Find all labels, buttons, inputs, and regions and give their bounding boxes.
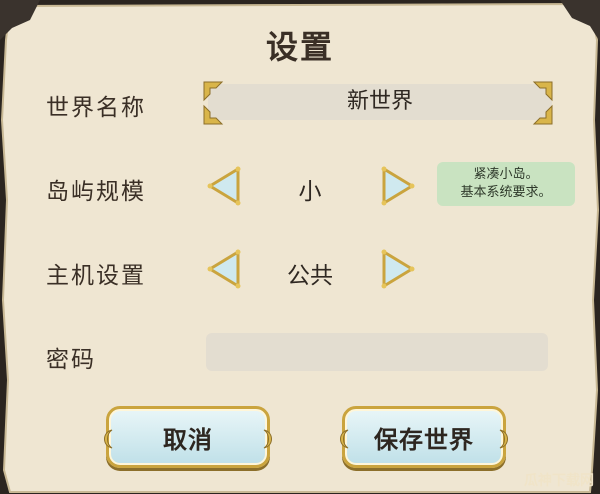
world-name-label: 世界名称	[46, 95, 146, 121]
parchment-panel	[0, 0, 600, 493]
host-settings-prev-arrow-icon[interactable]	[206, 249, 242, 289]
save-world-button[interactable]: 保存世界	[340, 406, 508, 468]
password-input[interactable]	[206, 333, 548, 371]
island-size-label: 岛屿规模	[46, 179, 146, 205]
cancel-button[interactable]: 取消	[104, 406, 272, 468]
corner-ornament-icon	[203, 81, 224, 102]
password-label: 密码	[46, 347, 96, 373]
island-size-tooltip: 紧凑小岛。 基本系统要求。	[437, 162, 575, 206]
island-size-prev-arrow-icon[interactable]	[206, 166, 242, 206]
dialog-title: 设置	[265, 28, 334, 66]
tooltip-line: 紧凑小岛。	[473, 167, 539, 182]
host-settings-value: 公共	[287, 263, 333, 289]
watermark: 瓜神下载网	[524, 473, 594, 489]
button-ornament-icon	[104, 429, 113, 449]
button-ornament-icon	[499, 429, 508, 449]
button-ornament-icon	[263, 429, 272, 449]
settings-screen: 设置 世界名称 新世界 岛屿规模 小 紧凑小岛。 基本系统要求。 主机设置 公共	[0, 0, 600, 494]
island-size-value: 小	[298, 179, 322, 205]
button-ornament-icon	[340, 429, 349, 449]
world-name-input[interactable]: 新世界	[208, 84, 552, 120]
world-name-value: 新世界	[346, 89, 413, 114]
corner-ornament-icon	[203, 104, 224, 125]
cancel-button-label: 取消	[163, 426, 213, 454]
host-settings-next-arrow-icon[interactable]	[380, 249, 416, 289]
corner-ornament-icon	[532, 81, 553, 102]
save-world-button-label: 保存世界	[374, 426, 474, 454]
corner-ornament-icon	[532, 104, 553, 125]
tooltip-line: 基本系统要求。	[460, 185, 552, 200]
host-settings-label: 主机设置	[46, 263, 146, 289]
island-size-next-arrow-icon[interactable]	[380, 166, 416, 206]
